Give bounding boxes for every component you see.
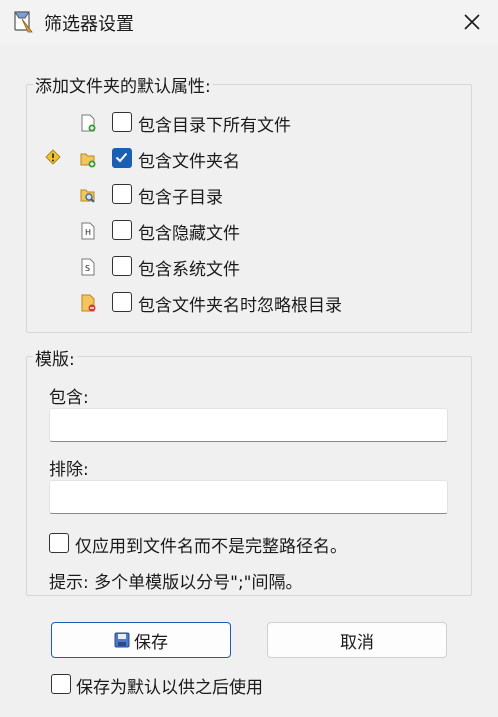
save-button-label: 保存 bbox=[134, 632, 168, 653]
include-system-files-label: 包含系统文件 bbox=[138, 260, 240, 280]
app-filter-icon bbox=[14, 11, 33, 33]
include-system-files-checkbox[interactable] bbox=[112, 256, 132, 276]
include-folder-name-checkbox[interactable] bbox=[112, 148, 132, 168]
include-folder-name-label: 包含文件夹名 bbox=[138, 152, 240, 172]
title-bar: 筛选器设置 bbox=[0, 0, 498, 44]
system-file-icon: S bbox=[81, 258, 95, 276]
save-button[interactable]: 保存 bbox=[51, 622, 231, 658]
include-all-files-checkbox[interactable] bbox=[112, 112, 132, 132]
close-icon bbox=[464, 14, 480, 30]
separator-hint: 提示: 多个单模版以分号";"间隔。 bbox=[49, 573, 303, 593]
svg-text:S: S bbox=[85, 264, 90, 273]
include-field-label: 包含: bbox=[49, 388, 89, 408]
warning-icon bbox=[45, 149, 61, 165]
cancel-button[interactable]: 取消 bbox=[267, 622, 447, 658]
template-legend: 模版: bbox=[33, 345, 77, 370]
include-subdirectories-label: 包含子目录 bbox=[138, 188, 223, 208]
template-group bbox=[26, 356, 472, 596]
folder-add-icon bbox=[80, 153, 96, 168]
filename-only-checkbox[interactable] bbox=[49, 533, 69, 553]
include-all-files-label: 包含目录下所有文件 bbox=[138, 116, 291, 136]
window-title: 筛选器设置 bbox=[44, 14, 134, 35]
ignore-root-label: 包含文件夹名时忽略根目录 bbox=[138, 296, 342, 316]
exclude-input[interactable] bbox=[49, 480, 448, 514]
folder-defaults-legend: 添加文件夹的默认属性: bbox=[33, 72, 213, 97]
include-subdirectories-checkbox[interactable] bbox=[112, 184, 132, 204]
ignore-root-checkbox[interactable] bbox=[112, 292, 132, 312]
cancel-button-label: 取消 bbox=[340, 632, 374, 653]
filename-only-label: 仅应用到文件名而不是完整路径名。 bbox=[75, 537, 347, 557]
svg-text:H: H bbox=[85, 228, 91, 237]
file-add-icon bbox=[81, 114, 96, 132]
folder-search-icon bbox=[80, 189, 95, 203]
save-as-default-checkbox[interactable] bbox=[51, 674, 71, 694]
floppy-disk-icon bbox=[114, 632, 130, 648]
include-input[interactable] bbox=[49, 408, 448, 442]
exclude-field-label: 排除: bbox=[49, 460, 89, 480]
hidden-file-icon: H bbox=[81, 222, 95, 240]
include-hidden-files-checkbox[interactable] bbox=[112, 220, 132, 240]
folder-root-icon bbox=[81, 294, 96, 312]
save-as-default-label: 保存为默认以供之后使用 bbox=[76, 678, 263, 698]
checkmark-icon bbox=[115, 152, 128, 163]
close-button[interactable] bbox=[458, 8, 486, 36]
include-hidden-files-label: 包含隐藏文件 bbox=[138, 224, 240, 244]
